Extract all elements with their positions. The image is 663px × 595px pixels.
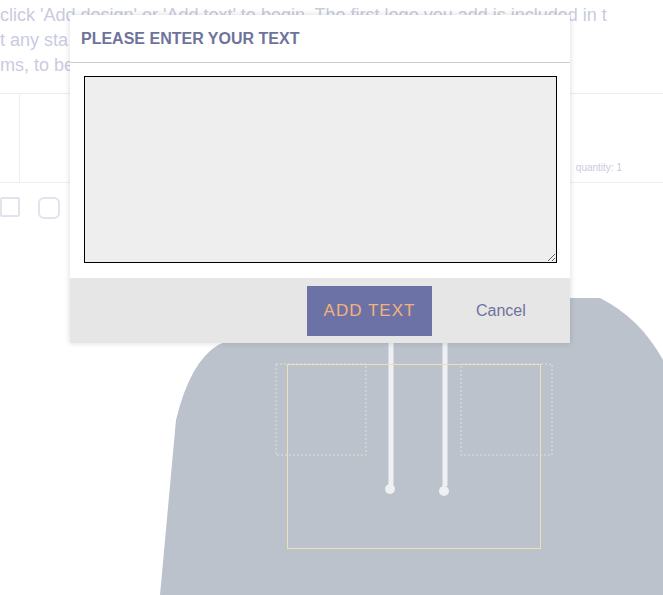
quantity-label: quantity: 1 <box>576 160 622 175</box>
dialog-body <box>70 63 570 278</box>
cancel-button[interactable]: Cancel <box>476 299 526 323</box>
text-dialog: PLEASE ENTER YOUR TEXT ADD TEXT Cancel <box>70 15 570 343</box>
dialog-title: PLEASE ENTER YOUR TEXT <box>81 27 299 51</box>
dialog-footer: ADD TEXT Cancel <box>70 278 570 343</box>
text-input[interactable] <box>84 76 557 263</box>
row-cell <box>0 94 20 182</box>
dialog-header: PLEASE ENTER YOUR TEXT <box>70 15 570 63</box>
add-text-button[interactable]: ADD TEXT <box>307 286 432 336</box>
hand-icon[interactable] <box>38 197 60 219</box>
save-icon[interactable] <box>0 197 20 217</box>
